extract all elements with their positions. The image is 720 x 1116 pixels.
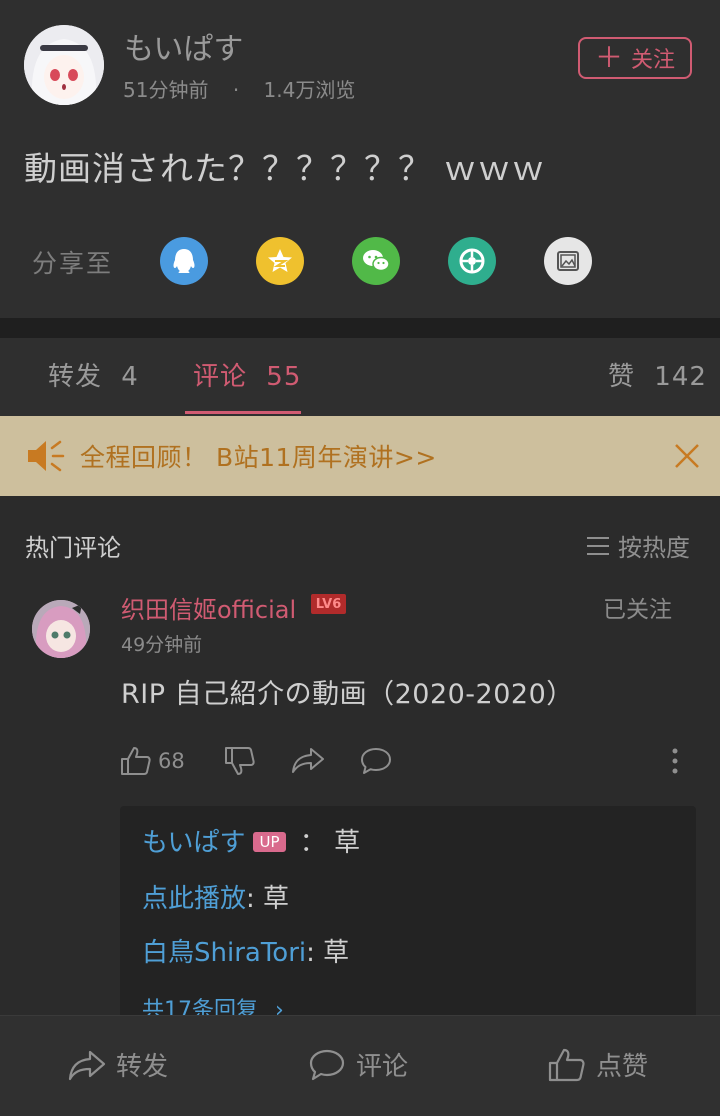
post-text: 動画消された？？？？？？ ｗｗｗ (24, 149, 546, 188)
speaker-icon (26, 438, 66, 478)
tab-likes[interactable]: 赞 142 (608, 356, 707, 393)
level-badge: LV6 (311, 594, 346, 614)
plus-icon: ＋ (594, 41, 623, 74)
repost-button[interactable]: 转发 (68, 1046, 168, 1083)
thumbs-down-icon (225, 747, 255, 775)
thumbs-up-icon (121, 747, 151, 775)
repost-label: 转发 (116, 1052, 169, 1082)
thumbs-up-icon (548, 1048, 585, 1081)
sort-label: 按热度 (618, 534, 690, 562)
tab-repost[interactable]: 转发 4 (48, 356, 139, 393)
more-vertical-icon (672, 748, 678, 774)
bottom-action-bar: 转发 评论 点赞 (0, 1015, 720, 1116)
tab-likes-count: 142 (654, 362, 707, 392)
more-options-button[interactable] (665, 746, 685, 776)
comment-bubble-icon (361, 748, 391, 774)
tab-comments-count: 55 (266, 362, 302, 392)
moments-icon[interactable] (448, 237, 496, 285)
reply-item: 白鳥ShiraTori: 草 (142, 932, 349, 969)
reply-separator: ： (299, 828, 326, 858)
tab-likes-label: 赞 (608, 362, 636, 392)
comment-button[interactable]: 评论 (308, 1046, 408, 1083)
reply-text: 草 (323, 938, 350, 968)
tab-comments[interactable]: 评论 55 (193, 356, 301, 393)
share-comment-button[interactable] (291, 746, 325, 774)
reply-item: 点此播放: 草 (142, 878, 289, 915)
tab-repost-count: 4 (121, 362, 139, 392)
tab-comments-label: 评论 (193, 362, 248, 392)
follow-label: 关注 (631, 48, 676, 73)
share-arrow-icon (68, 1050, 106, 1080)
followed-status[interactable]: 已关注 (603, 590, 672, 624)
reply-item: もいぱす UP ： 草 (142, 822, 360, 859)
qq-icon[interactable] (160, 237, 208, 285)
wechat-icon[interactable] (352, 237, 400, 285)
comment-text: RIP 自己紹介の動画（2020-2020） (121, 679, 574, 710)
view-count: 1.4万浏览 (263, 78, 356, 102)
announcement-banner[interactable]: 全程回顾！ B站11周年演讲>> (0, 416, 720, 496)
up-badge: UP (253, 832, 286, 852)
reply-text: 草 (263, 884, 290, 914)
follow-button[interactable]: ＋ 关注 (578, 37, 692, 79)
like-label: 点赞 (596, 1052, 649, 1082)
comment-bubble-icon (309, 1049, 345, 1080)
comment-label: 评论 (356, 1052, 409, 1082)
dislike-button[interactable] (224, 746, 256, 776)
reply-separator: : (306, 938, 315, 968)
hot-comments-title: 热门评论 (25, 534, 121, 562)
commenter-name[interactable]: 织田信姬official (121, 590, 296, 625)
qzone-icon[interactable] (256, 237, 304, 285)
author-avatar[interactable] (24, 25, 104, 105)
post-tabs: 转发 4 评论 55 赞 142 (0, 338, 720, 416)
section-divider (0, 318, 720, 338)
like-post-button[interactable]: 点赞 (548, 1046, 648, 1083)
post-time: 51分钟前 (123, 78, 209, 102)
sort-button[interactable]: 按热度 (586, 528, 690, 563)
close-icon[interactable] (674, 443, 700, 473)
reply-author[interactable]: 点此播放 (142, 884, 246, 914)
author-name[interactable]: もいぱす (124, 24, 243, 68)
reply-separator: : (246, 884, 255, 914)
like-button[interactable]: 68 (120, 746, 185, 776)
tab-repost-label: 转发 (48, 362, 103, 392)
reply-button[interactable] (359, 746, 393, 776)
commenter-avatar[interactable] (32, 600, 90, 658)
replies-box[interactable]: もいぱす UP ： 草 点此播放: 草 白鳥ShiraTori: 草 共17条回复… (120, 806, 696, 1023)
active-tab-indicator (185, 411, 301, 414)
share-label: 分享至 (32, 249, 114, 278)
post-meta: 51分钟前 · 1.4万浏览 (123, 74, 355, 103)
reply-author[interactable]: もいぱす (142, 828, 245, 858)
reply-text: 草 (334, 828, 361, 858)
image-save-icon[interactable] (544, 237, 592, 285)
list-icon (587, 536, 609, 555)
meta-separator: · (232, 78, 240, 102)
post-card: もいぱす 51分钟前 · 1.4万浏览 ＋ 关注 動画消された？？？？？？ ｗｗ… (0, 0, 720, 318)
comment-time: 49分钟前 (121, 634, 203, 656)
banner-text: 全程回顾！ B站11周年演讲>> (80, 443, 437, 472)
reply-author[interactable]: 白鳥ShiraTori (142, 938, 306, 968)
comments-section: 热门评论 按热度 织田信姬official LV6 已关注 49分钟前 RIP … (0, 496, 720, 1023)
like-count: 68 (158, 749, 185, 773)
share-arrow-icon (292, 748, 324, 773)
